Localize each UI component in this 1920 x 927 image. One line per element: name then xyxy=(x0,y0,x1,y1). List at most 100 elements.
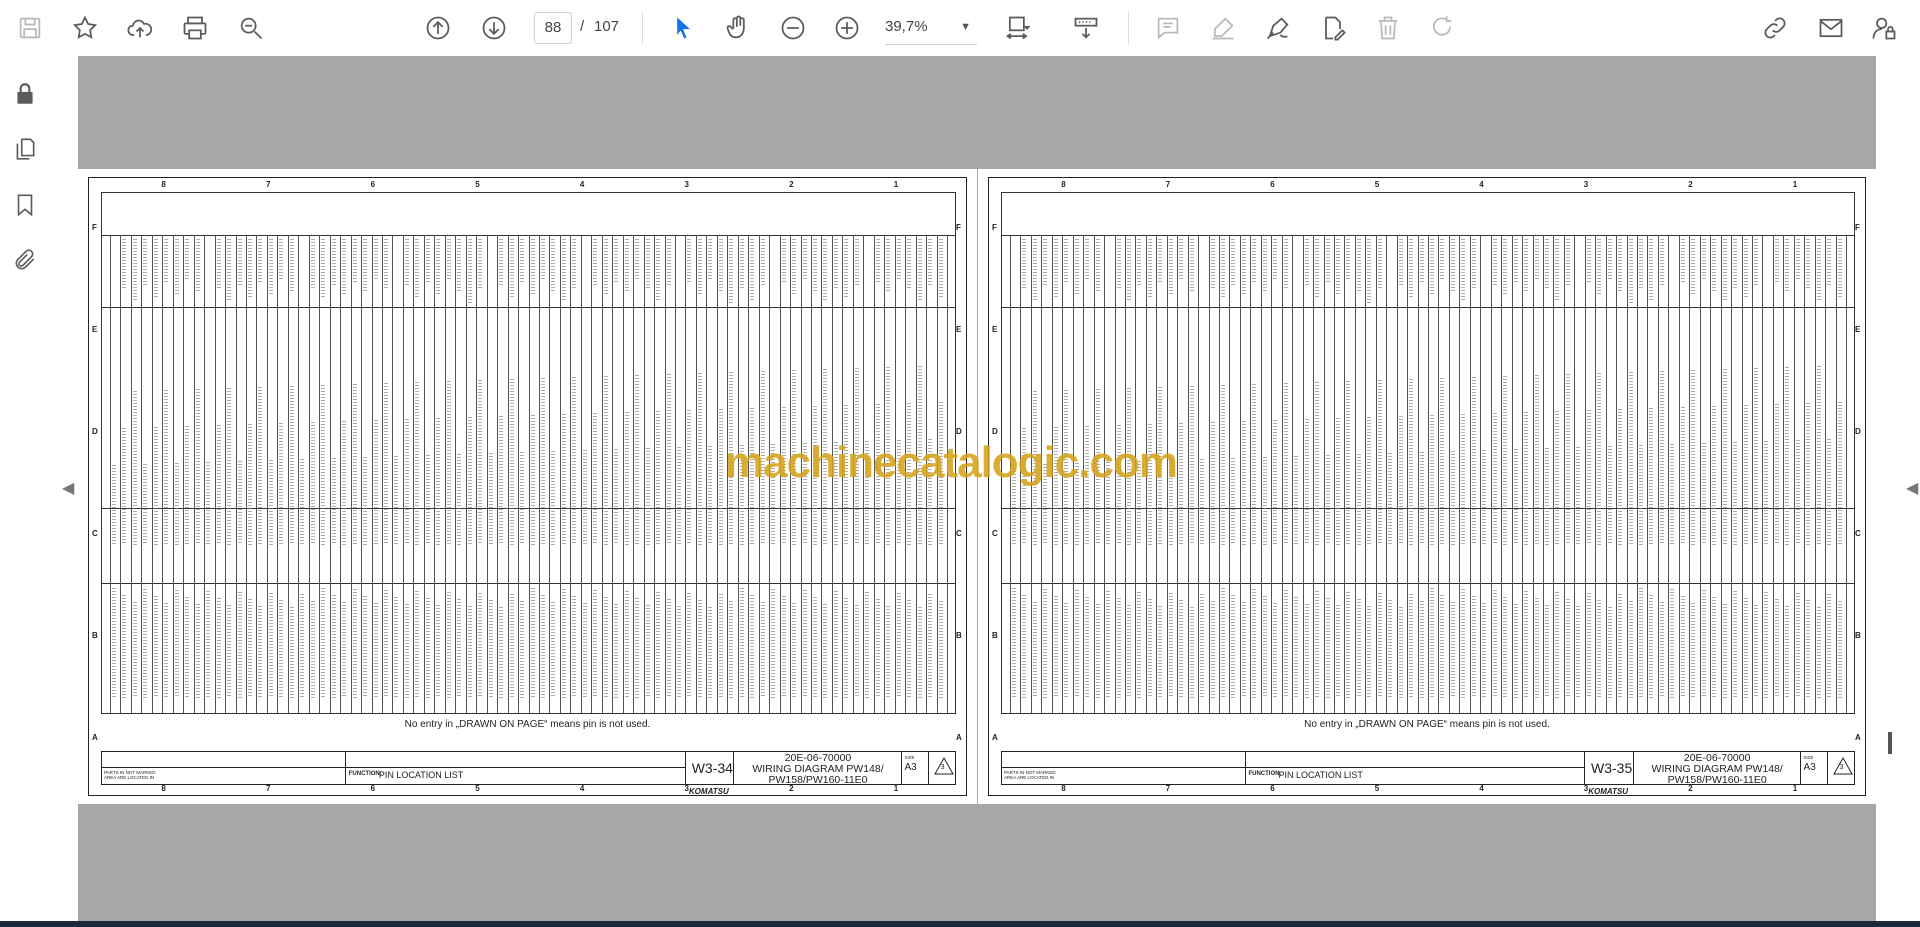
table-cell-text xyxy=(1722,369,1727,545)
arrow-down-circle-icon[interactable] xyxy=(476,10,512,46)
star-icon[interactable] xyxy=(67,10,103,46)
table-cell-text xyxy=(520,452,525,545)
redo-icon[interactable] xyxy=(1424,10,1460,46)
plus-circle-icon[interactable] xyxy=(829,10,865,46)
table-column-line xyxy=(1783,235,1785,713)
print-icon[interactable] xyxy=(177,10,213,46)
mail-icon[interactable] xyxy=(1813,10,1849,46)
table-cell-text xyxy=(614,239,619,282)
table-cell-text xyxy=(551,602,556,698)
table-column-line xyxy=(528,235,530,713)
watermark: machinecatalogic.com xyxy=(725,438,1178,487)
table-cell-text xyxy=(760,602,765,698)
table-column-line xyxy=(1229,235,1231,713)
table-cell-text xyxy=(1461,589,1466,698)
hand-icon[interactable] xyxy=(720,10,756,46)
table-cell-text xyxy=(1158,606,1163,698)
table-cell-text xyxy=(1733,442,1738,545)
table-column-line xyxy=(1187,235,1189,713)
lock-icon[interactable] xyxy=(9,78,41,110)
table-cell-text xyxy=(1471,596,1476,698)
zone-column-label: 4 xyxy=(579,784,585,793)
table-cell-text xyxy=(1367,239,1372,303)
table-cell-text xyxy=(582,450,587,545)
table-column-line xyxy=(1699,235,1701,713)
table-cell-text xyxy=(1733,239,1738,288)
table-cell-text xyxy=(1618,409,1623,545)
table-column-line xyxy=(287,235,289,713)
table-cell-text xyxy=(436,239,441,295)
table-cell-text xyxy=(802,590,807,698)
table-cell-text xyxy=(1137,239,1142,286)
table-cell-text xyxy=(697,600,702,698)
table-column-line xyxy=(214,235,216,713)
chevron-down-icon[interactable] xyxy=(1018,10,1036,46)
table-cell-text xyxy=(1043,589,1048,698)
table-cell-text xyxy=(321,588,326,698)
collapse-left-icon[interactable]: ◀ xyxy=(62,478,74,498)
table-cell-text xyxy=(153,596,158,698)
table-column-line xyxy=(1396,235,1398,713)
table-cell-text xyxy=(342,239,347,296)
table-cell-text xyxy=(132,391,137,545)
save-icon[interactable] xyxy=(12,10,48,46)
table-cell-text xyxy=(520,601,525,698)
table-cell-text xyxy=(1534,239,1539,279)
table-column-line xyxy=(1814,235,1816,713)
table-cell-text xyxy=(1680,596,1685,698)
trash-icon[interactable] xyxy=(1370,10,1406,46)
table-cell-text xyxy=(1576,606,1581,698)
bookmark-icon[interactable] xyxy=(9,189,41,221)
title-block-divider xyxy=(1244,752,1246,784)
table-column-line xyxy=(1710,235,1712,713)
table-cell-text xyxy=(174,463,179,545)
table-cell-text xyxy=(875,239,880,282)
cursor-arrow-icon[interactable] xyxy=(665,10,701,46)
page-number-input[interactable]: 88 xyxy=(534,12,572,44)
table-cell-text xyxy=(1712,597,1717,698)
table-cell-text xyxy=(687,239,692,284)
table-cell-text xyxy=(1335,239,1340,295)
table-cell-text xyxy=(1440,378,1445,545)
scroll-mode-icon[interactable] xyxy=(1068,10,1104,46)
toolbar-divider xyxy=(642,12,643,44)
table-cell-text xyxy=(1346,592,1351,698)
table-cell-text xyxy=(457,599,462,698)
title-block-divider xyxy=(1799,752,1801,784)
table-column-line xyxy=(580,235,582,713)
table-cell-text xyxy=(1377,239,1382,289)
zoom-search-icon[interactable] xyxy=(233,10,269,46)
collapse-right-icon[interactable]: ◀ xyxy=(1906,478,1918,498)
pages-thumbnail-icon[interactable] xyxy=(9,133,41,165)
table-cell-text xyxy=(635,375,640,545)
minus-circle-icon[interactable] xyxy=(775,10,811,46)
highlight-pen-icon[interactable] xyxy=(1205,10,1241,46)
table-cell-text xyxy=(792,239,797,294)
share-link-icon[interactable] xyxy=(1757,10,1793,46)
table-column-line xyxy=(1762,235,1764,713)
table-column-line xyxy=(141,235,143,713)
table-cell-text xyxy=(1722,239,1727,302)
table-cell-text xyxy=(195,389,200,545)
paperclip-icon[interactable] xyxy=(9,244,41,276)
table-cell-text xyxy=(750,239,755,300)
table-cell-text xyxy=(729,601,734,698)
table-column-line xyxy=(518,235,520,713)
table-cell-text xyxy=(1200,594,1205,698)
table-cell-text xyxy=(404,239,409,287)
zoom-select[interactable]: 39,7% ▼ xyxy=(885,10,977,45)
draw-pen-icon[interactable] xyxy=(1260,10,1296,46)
edit-document-icon[interactable] xyxy=(1315,10,1351,46)
title-block-divider xyxy=(733,752,735,784)
vertical-scrollbar-thumb[interactable] xyxy=(1888,732,1892,754)
comment-icon[interactable] xyxy=(1150,10,1186,46)
table-cell-text xyxy=(1607,607,1612,698)
table-cell-text xyxy=(1816,366,1821,545)
arrow-up-circle-icon[interactable] xyxy=(420,10,456,46)
table-cell-text xyxy=(1524,412,1529,545)
table-cell-text xyxy=(1555,411,1560,545)
table-cell-text xyxy=(425,455,430,545)
user-lock-icon[interactable] xyxy=(1866,10,1902,46)
cloud-upload-icon[interactable] xyxy=(122,10,158,46)
table-cell-text xyxy=(1294,456,1299,545)
